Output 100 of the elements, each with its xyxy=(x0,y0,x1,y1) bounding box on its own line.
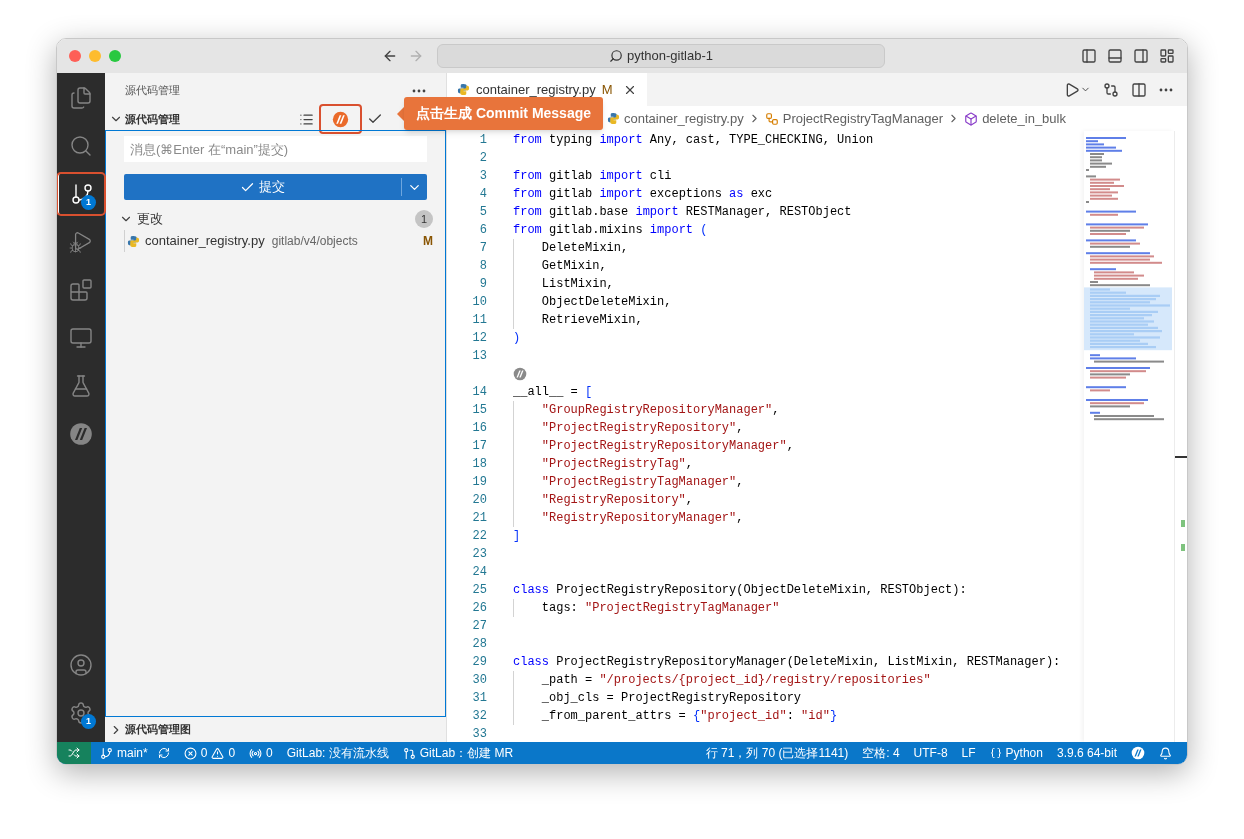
file-status: M xyxy=(423,233,433,250)
line-number: 13 xyxy=(471,348,487,365)
sync-icon xyxy=(157,747,170,759)
message-field[interactable]: 消息(⌘Enter 在“main”提交) xyxy=(124,136,427,162)
code-line: "RegistryRepositoryManager", xyxy=(541,510,744,527)
error-count: 0 xyxy=(200,745,208,762)
play-icon xyxy=(1064,81,1080,98)
merge-icon xyxy=(402,746,416,760)
breadcrumb-item[interactable]: delete_in_bulk xyxy=(964,108,1066,129)
line-number: 7 xyxy=(478,240,487,257)
settings-icon xyxy=(69,701,93,725)
line-number: 17 xyxy=(471,438,487,455)
branch-status[interactable]: main* xyxy=(93,742,177,764)
warning-icon xyxy=(211,746,225,760)
more-actions-button[interactable] xyxy=(1159,87,1173,92)
code-line: DeleteMixin, xyxy=(541,240,629,257)
code-line: from typing import Any, cast, TYPE_CHECKING, Union xyxy=(513,132,874,149)
ports-status[interactable]: 0 xyxy=(242,742,280,764)
status-item[interactable]: GitLab: 没有流水线 xyxy=(279,742,396,764)
panel-left-icon xyxy=(1081,48,1097,64)
toggle-panel-button[interactable] xyxy=(1107,48,1123,64)
code-line: RetrieveMixin, xyxy=(541,312,643,329)
changed-file-item[interactable]: container_registry.py gitlab/v4/objects M xyxy=(124,230,445,252)
line-number: 10 xyxy=(471,294,487,311)
extensions-icon xyxy=(69,278,93,302)
forward-arrow-icon xyxy=(408,48,424,64)
activity-bar-button[interactable]: 1 xyxy=(57,173,105,215)
change-marker xyxy=(1181,520,1185,527)
remote-icon xyxy=(68,747,80,759)
code-line: from gitlab.mixins import ( xyxy=(513,222,708,239)
line-number: 20 xyxy=(471,492,487,509)
breadcrumb-item[interactable]: container_registry.py xyxy=(607,108,744,129)
line-number: 29 xyxy=(471,654,487,671)
line-number: 15 xyxy=(471,402,487,419)
list-icon xyxy=(298,111,314,127)
line-number: 3 xyxy=(478,168,487,185)
code-line: "ProjectRegistryTag", xyxy=(541,456,694,473)
graph-section-title: 源代码管理图 xyxy=(125,722,191,738)
search-icon xyxy=(609,49,623,63)
branch-icon xyxy=(70,182,94,206)
more-actions-button[interactable] xyxy=(412,88,426,93)
branch-icon xyxy=(100,746,113,760)
status-item[interactable]: LF xyxy=(954,742,983,764)
ellipsis-icon xyxy=(412,88,426,93)
bell-icon xyxy=(1159,746,1172,760)
panel-right-icon xyxy=(1133,48,1149,64)
generate-message-button[interactable] xyxy=(319,104,362,134)
code-line: _path = "/projects/{project_id}/registry/repositories" xyxy=(541,672,931,689)
code-line: class ProjectRegistryRepository(ObjectDeleteMixin, RESTObject): xyxy=(513,582,967,599)
remote-button[interactable] xyxy=(57,742,91,764)
logo-icon xyxy=(69,422,93,446)
toggle-secondary-sidebar-button[interactable] xyxy=(1133,48,1149,64)
cube-icon xyxy=(964,111,979,126)
command-center-field[interactable]: python-gitlab-1 xyxy=(437,44,885,68)
customize-layout-button[interactable] xyxy=(1159,48,1175,64)
line-number: 18 xyxy=(471,456,487,473)
run-button[interactable] xyxy=(1064,81,1091,98)
code-line: ObjectDeleteMixin, xyxy=(541,294,672,311)
line-number: 16 xyxy=(471,420,487,437)
panel-bottom-icon xyxy=(1107,48,1123,64)
status-item[interactable]: 空格: 4 xyxy=(855,742,907,764)
monitor-icon xyxy=(69,326,93,350)
tooltip: 点击生成 Commit Message xyxy=(397,97,604,130)
tab-status: M xyxy=(601,80,613,99)
line-number: 26 xyxy=(471,600,487,617)
code-line: ] xyxy=(513,528,521,545)
back-arrow-icon xyxy=(382,48,398,64)
error-icon xyxy=(183,746,197,760)
code-line: _obj_cls = ProjectRegistryRepository xyxy=(541,690,802,707)
code-line: ListMixin, xyxy=(541,276,614,293)
code-line: ) xyxy=(513,330,521,347)
code-line: "RegistryRepository", xyxy=(541,492,694,509)
split-editor-button[interactable] xyxy=(1131,81,1147,98)
ellipsis-icon xyxy=(1159,87,1173,92)
close-window-button[interactable] xyxy=(69,50,81,62)
line-number: 28 xyxy=(471,636,487,653)
sidebar-title: 源代码管理 xyxy=(125,83,180,99)
status-item[interactable]: 行 71，列 70 (已选择1141) xyxy=(698,742,856,764)
badge: 1 xyxy=(81,714,96,729)
activity-bar-button[interactable]: 1 xyxy=(57,692,105,734)
breadcrumb-item[interactable]: ProjectRegistryTagManager xyxy=(764,108,944,129)
merge-request-status[interactable]: GitLab：创建 MR xyxy=(395,742,521,764)
language-status[interactable]: Python xyxy=(982,742,1050,764)
code-line: "ProjectRegistryRepository", xyxy=(541,420,744,437)
line-number: 1 xyxy=(478,132,487,149)
back-button[interactable] xyxy=(382,48,398,64)
file-path: gitlab/v4/objects xyxy=(271,233,358,250)
changes-count: 1 xyxy=(415,210,433,228)
compare-changes-button[interactable] xyxy=(1103,81,1119,98)
toggle-sidebar-button[interactable] xyxy=(1081,48,1097,64)
changes-title: 更改 xyxy=(137,210,163,229)
status-item[interactable]: 3.9.6 64-bit xyxy=(1049,742,1124,764)
line-number: 27 xyxy=(471,618,487,635)
status-item[interactable]: UTF-8 xyxy=(906,742,955,764)
code-line: from gitlab import cli xyxy=(513,168,672,185)
broadcast-icon xyxy=(249,746,263,760)
code-line: _from_parent_attrs = {"project_id": "id"} xyxy=(541,708,838,725)
code-line: "ProjectRegistryRepositoryManager", xyxy=(541,438,794,455)
logo-icon xyxy=(332,110,349,128)
problems-status[interactable]: 0 0 xyxy=(176,742,243,764)
